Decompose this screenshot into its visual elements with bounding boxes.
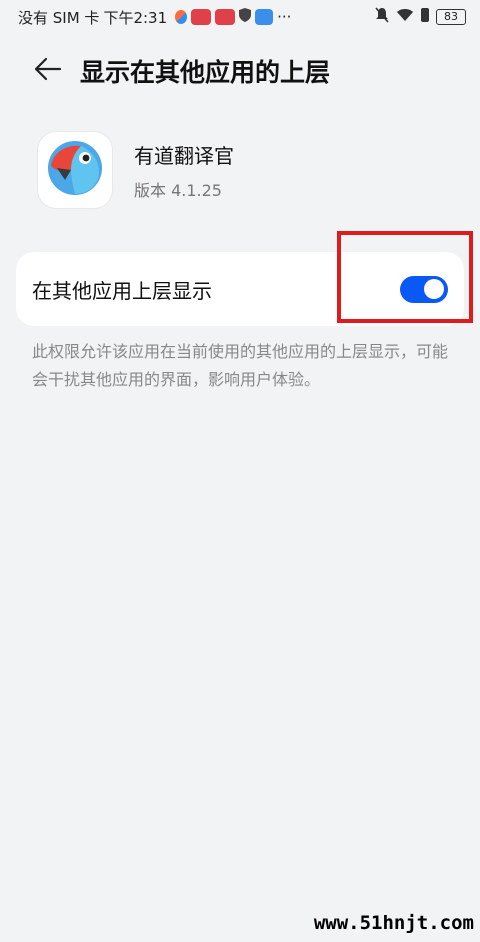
mute-bell-icon [374,7,390,27]
shield-icon [239,8,252,26]
app-version: 版本 4.1.25 [134,180,222,200]
more-notifications-icon: ··· [277,8,292,26]
vibrate-icon [420,8,430,26]
overlay-permission-label: 在其他应用上层显示 [32,278,212,303]
red-app-notification-icon [191,9,212,25]
app-icon [38,132,112,208]
status-right: 83 [374,7,466,27]
battery-indicator: 83 [436,9,466,25]
red-app-notification-icon-2 [215,9,236,25]
status-bar: 没有 SIM 卡 下午2:31 ··· 83 [0,0,480,34]
carrier-text: 没有 SIM 卡 [18,8,100,27]
youdao-parrot-icon [45,138,105,202]
toggle-knob [424,279,444,299]
notification-icons: ··· [175,8,291,26]
overlay-permission-toggle[interactable] [400,275,448,303]
app-info: 有道翻译官 版本 4.1.25 [38,132,234,208]
page-title: 显示在其他应用的上层 [80,58,331,87]
cloud-notification-icon [255,9,274,25]
clock-text: 下午2:31 [103,8,168,27]
watermark: www.51hnjt.com [313,912,474,934]
app-name: 有道翻译官 [134,143,234,168]
app-notification-icon [175,10,188,24]
permission-description: 此权限允许该应用在当前使用的其他应用的上层显示，可能会干扰其他应用的界面，影响用… [32,342,449,389]
page-header: 显示在其他应用的上层 [0,46,480,96]
app-text: 有道翻译官 版本 4.1.25 [134,140,234,201]
overlay-permission-row[interactable]: 在其他应用上层显示 [16,252,464,326]
status-left: 没有 SIM 卡 下午2:31 ··· [18,7,291,28]
wifi-icon [396,8,414,26]
back-arrow-icon [34,57,62,85]
back-button[interactable] [28,51,68,91]
